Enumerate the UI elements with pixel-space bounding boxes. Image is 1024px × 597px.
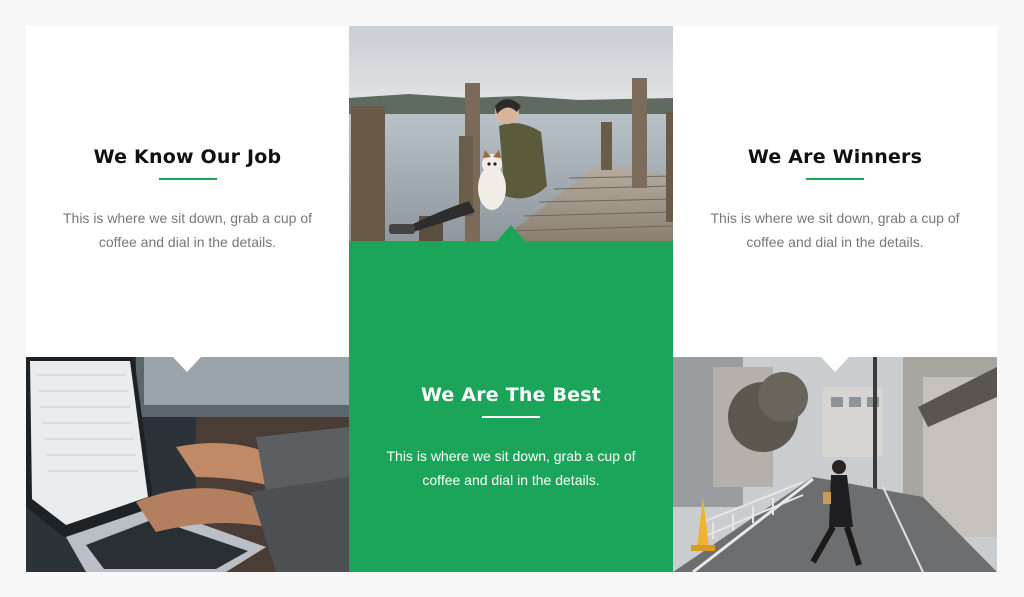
card-title: We Know Our Job xyxy=(93,146,282,168)
title-divider xyxy=(806,178,864,180)
title-divider xyxy=(482,416,540,418)
card-text-block: We Are Winners This is where we sit down… xyxy=(673,146,997,254)
card-description: This is where we sit down, grab a cup of… xyxy=(710,210,960,250)
feature-grid: We Know Our Job This is where we sit dow… xyxy=(26,26,997,572)
laptop-photo xyxy=(26,357,349,572)
title-divider xyxy=(158,178,217,180)
card-description: This is where we sit down, grab a cup of… xyxy=(386,448,636,488)
pier-photo xyxy=(349,26,673,241)
card-title: We Are The Best xyxy=(420,384,602,406)
feature-card-winners: We Are Winners This is where we sit down… xyxy=(673,26,997,357)
feature-card-know-our-job: We Know Our Job This is where we sit dow… xyxy=(26,26,349,357)
card-title: We Are Winners xyxy=(747,146,923,168)
card-text-block: We Know Our Job This is where we sit dow… xyxy=(26,146,349,254)
street-photo xyxy=(673,357,997,572)
card-text-block: We Are The Best This is where we sit dow… xyxy=(349,384,673,492)
feature-card-the-best: We Are The Best This is where we sit dow… xyxy=(349,241,673,572)
card-description: This is where we sit down, grab a cup of… xyxy=(62,210,312,250)
